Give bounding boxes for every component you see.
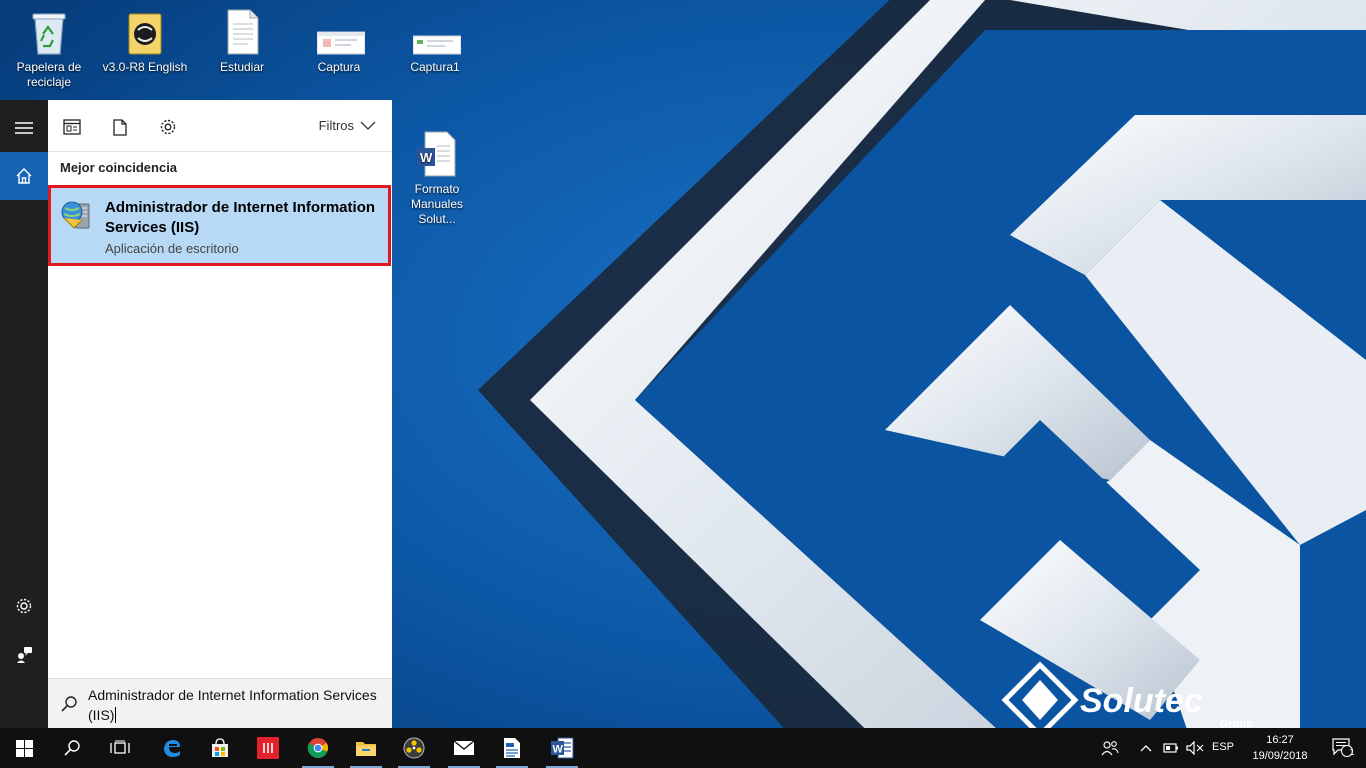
- people-icon: [1101, 741, 1119, 756]
- iis-manager-icon: [60, 198, 94, 232]
- search-icon: [61, 696, 77, 712]
- windows-start-icon: [15, 739, 33, 757]
- red-app-icon: [257, 737, 279, 759]
- desktop-icon-captura[interactable]: Captura: [293, 8, 385, 75]
- search-input-value: Administrador de Internet Information Se…: [88, 687, 377, 723]
- taskbar-mail[interactable]: [440, 728, 488, 768]
- recycle-bin-icon: [27, 8, 71, 56]
- file-explorer-icon: [356, 742, 376, 756]
- desktop-icon-label: Estudiar: [219, 60, 265, 74]
- taskbar-store[interactable]: [196, 728, 244, 768]
- taskbar-media-app[interactable]: [390, 728, 438, 768]
- mail-icon: [453, 740, 475, 755]
- people-button[interactable]: [1100, 738, 1120, 758]
- best-match-heading: Mejor coincidencia: [60, 160, 178, 175]
- taskbar-chrome[interactable]: [294, 728, 342, 768]
- battery-icon: [1163, 743, 1178, 753]
- desktop-icon-label: Formato Manuales Solut...: [410, 182, 464, 226]
- battery-button[interactable]: [1162, 738, 1180, 758]
- apps-filter-button[interactable]: [60, 116, 84, 138]
- document-icon: [220, 8, 264, 56]
- clock[interactable]: 16:27 19/09/2018: [1242, 732, 1318, 764]
- edge-icon: [164, 740, 180, 757]
- feedback-icon: [17, 647, 32, 663]
- settings-filter-button[interactable]: [156, 116, 180, 138]
- task-view-button[interactable]: [96, 728, 144, 768]
- desktop-icon-label: Captura1: [410, 60, 460, 74]
- chevron-up-icon: [1140, 745, 1152, 752]
- taskbar-edge[interactable]: [148, 728, 196, 768]
- svg-text:W: W: [553, 744, 564, 756]
- desktop-icon-formato-manuales[interactable]: W Formato Manuales Solut...: [391, 130, 483, 227]
- task-view-icon: [110, 740, 130, 754]
- desktop-icon-v3-r8[interactable]: v3.0-R8 English: [99, 8, 191, 75]
- documents-filter-button[interactable]: [108, 116, 132, 138]
- store-icon: [212, 738, 228, 757]
- text-caret: [115, 707, 117, 723]
- search-filter-toolbar: Filtros: [48, 100, 392, 152]
- taskbar: W ESP 16:27 19/09/2018 1: [0, 728, 1366, 768]
- best-match-title: Administrador de Internet Information Se…: [105, 199, 376, 236]
- gear-icon: [16, 598, 32, 614]
- taskbar-red-app[interactable]: [244, 728, 292, 768]
- desktop-icon-label: v3.0-R8 English: [102, 60, 188, 74]
- documents-icon: [113, 118, 127, 136]
- desktop-icon-label: Papelera de reciclaje: [16, 60, 82, 89]
- search-icon: [64, 740, 80, 756]
- taskbar-search-button[interactable]: [48, 728, 96, 768]
- start-menu-rail: [0, 100, 48, 728]
- screenshot-thumbnail-icon: [412, 8, 462, 56]
- search-box[interactable]: Administrador de Internet Information Se…: [48, 678, 392, 728]
- screenshot-thumbnail-icon: [316, 8, 366, 56]
- svg-text:W: W: [420, 150, 433, 165]
- volume-muted-icon: [1186, 741, 1204, 755]
- desktop-icon-recycle-bin[interactable]: Papelera de reciclaje: [3, 8, 95, 90]
- best-match-subtitle: Aplicación de escritorio: [105, 241, 239, 256]
- solutec-logo-text: Solutec: [1080, 682, 1203, 720]
- clock-date: 19/09/2018: [1252, 750, 1308, 762]
- desktop-icon-captura1[interactable]: Captura1: [389, 8, 481, 75]
- notification-count: 1: [1349, 747, 1355, 757]
- chevron-down-icon: [360, 121, 376, 130]
- search-input[interactable]: Administrador de Internet Information Se…: [88, 685, 378, 725]
- start-button[interactable]: [0, 728, 48, 768]
- search-results-panel: Filtros Mejor coincidencia Administrador…: [48, 100, 392, 728]
- media-app-icon: [403, 737, 425, 759]
- home-button[interactable]: [0, 152, 48, 200]
- input-language[interactable]: ESP: [1212, 741, 1234, 753]
- desktop-icon-estudiar[interactable]: Estudiar: [196, 8, 288, 75]
- show-hidden-icons-button[interactable]: [1138, 738, 1154, 758]
- settings-button[interactable]: [0, 582, 48, 630]
- home-icon: [16, 168, 32, 184]
- volume-button[interactable]: [1186, 738, 1204, 758]
- hamburger-icon: [15, 122, 33, 134]
- best-match-result[interactable]: Administrador de Internet Information Se…: [48, 185, 391, 266]
- apps-icon: [63, 119, 81, 135]
- word-document-icon: W: [415, 130, 459, 178]
- settings-icon: [160, 119, 176, 135]
- filters-label: Filtros: [318, 118, 354, 133]
- taskbar-file-explorer[interactable]: [342, 728, 390, 768]
- hamburger-menu-button[interactable]: [0, 104, 48, 152]
- feedback-button[interactable]: [0, 630, 48, 678]
- archive-folder-icon: [123, 8, 167, 56]
- taskbar-document-app[interactable]: [488, 728, 536, 768]
- clock-time: 16:27: [1266, 734, 1294, 746]
- taskbar-word[interactable]: W: [538, 728, 586, 768]
- document-app-icon: [504, 738, 520, 758]
- desktop-icon-label: Captura: [317, 60, 361, 74]
- word-icon: W: [551, 737, 574, 759]
- action-center-button[interactable]: 1: [1320, 728, 1366, 768]
- chrome-icon: [307, 738, 328, 758]
- filters-dropdown[interactable]: Filtros: [319, 118, 376, 133]
